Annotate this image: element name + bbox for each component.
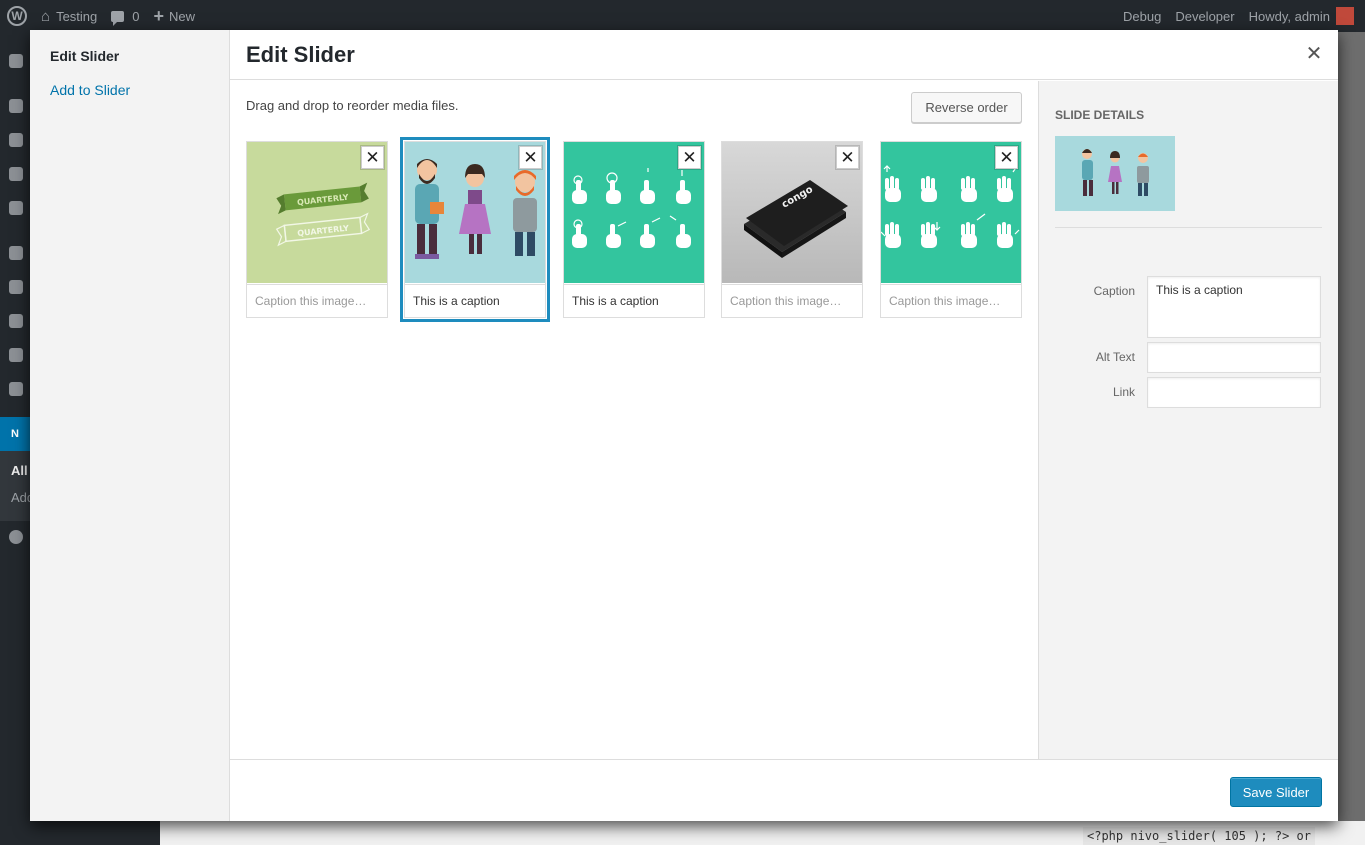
attachment-item[interactable]: ✕ Caption this image… bbox=[880, 141, 1022, 318]
caption-label: Caption bbox=[1093, 284, 1135, 298]
alt-text-input[interactable] bbox=[1147, 342, 1321, 373]
edit-slider-modal: Edit Slider Add to Slider Edit Slider ✕ … bbox=[30, 30, 1338, 821]
caption-input[interactable]: Caption this image… bbox=[881, 284, 1021, 317]
remove-attachment-button[interactable]: ✕ bbox=[995, 146, 1018, 169]
menu-item-add-to-slider[interactable]: Add to Slider bbox=[50, 82, 130, 98]
comments-icon[interactable] bbox=[9, 201, 23, 215]
site-name-label: Testing bbox=[56, 8, 98, 24]
debug-link[interactable]: Debug bbox=[1116, 0, 1168, 32]
link-input[interactable] bbox=[1147, 377, 1321, 408]
users-icon[interactable] bbox=[9, 314, 23, 328]
attachment-item-selected[interactable]: ✕ This is a caption bbox=[404, 141, 546, 318]
slide-details-thumbnail bbox=[1055, 136, 1175, 211]
close-icon[interactable]: ✕ bbox=[1304, 44, 1324, 64]
remove-attachment-button[interactable]: ✕ bbox=[836, 146, 859, 169]
account-link[interactable]: Howdy, admin bbox=[1242, 0, 1361, 32]
caption-input[interactable]: This is a caption bbox=[405, 284, 545, 317]
attachment-item[interactable]: congo ✕ Caption this image… bbox=[721, 141, 863, 318]
wordpress-logo-button[interactable]: W bbox=[0, 0, 34, 32]
slide-details-divider bbox=[1055, 227, 1322, 228]
reverse-order-button[interactable]: Reverse order bbox=[911, 92, 1022, 123]
close-icon: ✕ bbox=[840, 147, 855, 167]
nivo-slider-menu-item[interactable]: N bbox=[0, 417, 30, 451]
posts-icon[interactable] bbox=[9, 99, 23, 113]
admin-bar: W ⌂ Testing 0 + New Debug Developer Howd… bbox=[0, 0, 1365, 32]
submenu-all[interactable]: All bbox=[11, 463, 30, 478]
howdy-label: Howdy, admin bbox=[1248, 8, 1330, 24]
new-content-link[interactable]: + New bbox=[147, 0, 203, 32]
developer-link[interactable]: Developer bbox=[1168, 0, 1241, 32]
caption-input[interactable]: Caption this image… bbox=[722, 284, 862, 317]
nivo-badge-label: N bbox=[11, 428, 19, 440]
developer-label: Developer bbox=[1175, 8, 1235, 24]
media-icon[interactable] bbox=[9, 133, 23, 147]
pages-icon[interactable] bbox=[9, 167, 23, 181]
nivo-submenu: All Add bbox=[0, 451, 30, 521]
close-icon: ✕ bbox=[999, 147, 1014, 167]
caption-input[interactable]: Caption this image… bbox=[247, 284, 387, 317]
home-icon: ⌂ bbox=[41, 7, 51, 25]
save-slider-button[interactable]: Save Slider bbox=[1230, 777, 1322, 807]
remove-attachment-button[interactable]: ✕ bbox=[519, 146, 542, 169]
slide-details-heading: Slide Details bbox=[1055, 108, 1145, 122]
comments-count: 0 bbox=[132, 8, 140, 24]
attachment-item[interactable]: ✕ This is a caption bbox=[563, 141, 705, 318]
site-name-link[interactable]: ⌂ Testing bbox=[34, 0, 104, 32]
modal-toolbar: Save Slider bbox=[230, 759, 1338, 821]
menu-item-edit-slider[interactable]: Edit Slider bbox=[50, 48, 119, 64]
new-label: New bbox=[169, 8, 196, 24]
wordpress-logo-icon: W bbox=[7, 6, 27, 26]
plus-icon: + bbox=[153, 5, 165, 26]
plugins-icon[interactable] bbox=[9, 280, 23, 294]
tools-icon[interactable] bbox=[9, 348, 23, 362]
modal-title: Edit Slider bbox=[246, 42, 355, 67]
caption-textarea[interactable]: This is a caption bbox=[1147, 276, 1321, 338]
avatar bbox=[1336, 7, 1354, 25]
link-label: Link bbox=[1112, 385, 1135, 399]
caption-input[interactable]: This is a caption bbox=[564, 284, 704, 317]
submenu-add[interactable]: Add bbox=[11, 490, 30, 505]
modal-title-bar: Edit Slider ✕ bbox=[230, 30, 1338, 80]
reorder-instructions: Drag and drop to reorder media files. bbox=[246, 98, 459, 113]
background-page-bottom: <?php nivo_slider( 105 ); ?> or bbox=[160, 821, 1365, 845]
collapse-menu-icon[interactable] bbox=[9, 530, 23, 544]
remove-attachment-button[interactable]: ✕ bbox=[361, 146, 384, 169]
close-icon: ✕ bbox=[523, 147, 538, 167]
debug-label: Debug bbox=[1123, 8, 1162, 24]
comments-link[interactable]: 0 bbox=[104, 0, 146, 32]
admin-menu: N All Add bbox=[0, 32, 30, 845]
modal-menu: Edit Slider Add to Slider bbox=[30, 30, 230, 821]
alt-text-label: Alt Text bbox=[1095, 350, 1135, 364]
remove-attachment-button[interactable]: ✕ bbox=[678, 146, 701, 169]
shortcode-snippet: <?php nivo_slider( 105 ); ?> or bbox=[1083, 827, 1315, 845]
close-icon: ✕ bbox=[682, 147, 697, 167]
comment-bubble-icon bbox=[111, 10, 125, 26]
dashboard-icon[interactable] bbox=[9, 54, 23, 68]
appearance-icon[interactable] bbox=[9, 246, 23, 260]
close-icon: ✕ bbox=[365, 147, 380, 167]
attachment-item[interactable]: QUARTERLY QUARTERLY ✕ Caption this image… bbox=[246, 141, 388, 318]
settings-icon[interactable] bbox=[9, 382, 23, 396]
attachments-area: Drag and drop to reorder media files. Re… bbox=[230, 81, 1038, 759]
background-page-right bbox=[1338, 32, 1365, 821]
slide-details-sidebar: Slide Details Caption bbox=[1038, 81, 1338, 759]
